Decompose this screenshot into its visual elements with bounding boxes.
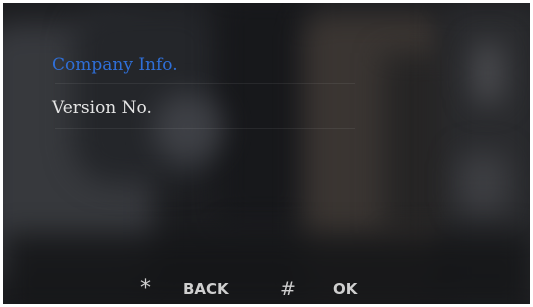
menu-item-version-no[interactable]: Version No.: [52, 88, 362, 128]
device-screen: Company Info. Version No. * BACK # OK: [3, 3, 530, 304]
asterisk-key-icon[interactable]: *: [140, 277, 151, 301]
ok-label[interactable]: OK: [333, 277, 357, 301]
hash-key-icon[interactable]: #: [280, 277, 296, 301]
key-hint-bar: * BACK # OK: [3, 277, 530, 301]
menu-divider: [55, 83, 355, 84]
menu-divider: [55, 128, 355, 129]
menu-item-company-info[interactable]: Company Info.: [52, 45, 362, 85]
back-label[interactable]: BACK: [183, 277, 229, 301]
